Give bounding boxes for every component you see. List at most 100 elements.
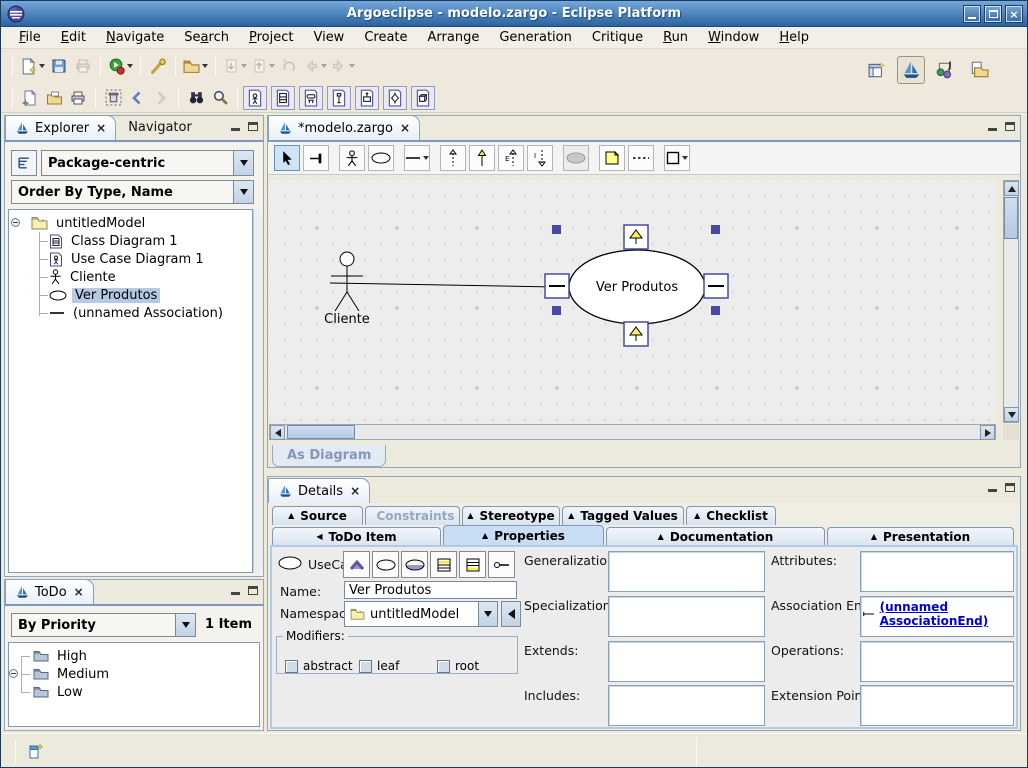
- forward-button[interactable]: [329, 53, 357, 79]
- diagram-canvas[interactable]: Cliente Ver Produtos: [269, 180, 996, 423]
- run-button[interactable]: [106, 53, 135, 79]
- navigate-namespace-button[interactable]: [501, 601, 521, 627]
- quick-association-handle-left[interactable]: [545, 274, 569, 298]
- scroll-up-button[interactable]: [1004, 181, 1019, 196]
- todo-filter-combo[interactable]: By Priority: [11, 613, 196, 637]
- print-diagram-button[interactable]: [66, 85, 90, 111]
- menu-search[interactable]: Search: [174, 28, 239, 47]
- new-extension-point-alt-button[interactable]: [459, 551, 486, 578]
- attributes-list[interactable]: [860, 551, 1014, 592]
- namespace-combo[interactable]: untitledModel: [344, 601, 498, 627]
- association-line[interactable]: [330, 283, 555, 287]
- critique-tool-button[interactable]: [146, 53, 170, 79]
- specializations-list[interactable]: [608, 596, 765, 637]
- new-statechart-diagram-button[interactable]: [299, 86, 323, 110]
- abstract-checkbox[interactable]: [285, 660, 298, 673]
- find-button[interactable]: [184, 85, 208, 111]
- usecase-ver-produtos[interactable]: Ver Produtos: [569, 250, 705, 324]
- todo-tree[interactable]: High Medium Low: [8, 642, 260, 727]
- minimize-view-icon[interactable]: [988, 489, 997, 492]
- perspective-combo[interactable]: Package-centric: [41, 150, 254, 176]
- tab-documentation[interactable]: ▲Documentation: [606, 527, 825, 546]
- vertical-scroll-thumb[interactable]: [1004, 197, 1018, 239]
- shape-tool-button[interactable]: [664, 145, 690, 171]
- quick-association-handle-right[interactable]: [704, 274, 728, 298]
- new-sequence-diagram-button[interactable]: [327, 86, 351, 110]
- print-button[interactable]: [71, 53, 95, 79]
- extension-point-tool-button[interactable]: [563, 145, 589, 171]
- operations-list[interactable]: [860, 641, 1014, 682]
- tree-layout-button[interactable]: [11, 150, 37, 176]
- maximize-view-icon[interactable]: [248, 586, 258, 595]
- todo-item-high[interactable]: High: [9, 647, 259, 665]
- tree-item-cliente[interactable]: Cliente: [9, 268, 252, 286]
- save-button[interactable]: [47, 53, 71, 79]
- scroll-down-button[interactable]: [1004, 407, 1019, 422]
- combo-arrow-button[interactable]: [233, 151, 253, 175]
- note-tool-button[interactable]: [599, 145, 625, 171]
- usecase-tool-button[interactable]: [368, 145, 394, 171]
- maximize-view-icon[interactable]: [248, 122, 258, 131]
- navigate-back-button[interactable]: [125, 85, 149, 111]
- menu-run[interactable]: Run: [653, 28, 698, 47]
- resource-perspective-button[interactable]: [965, 56, 993, 84]
- menu-create[interactable]: Create: [354, 28, 417, 47]
- quick-generalization-handle-bottom[interactable]: [624, 322, 648, 346]
- menu-navigate[interactable]: Navigate: [96, 28, 174, 47]
- tab-todo-item[interactable]: ◀ToDo Item: [272, 527, 441, 546]
- generalization-tool-button[interactable]: [469, 145, 495, 171]
- explorer-scrollbar[interactable]: [253, 209, 262, 573]
- argouml-perspective-button[interactable]: [897, 56, 925, 84]
- leaf-checkbox[interactable]: [359, 660, 372, 673]
- tab-constraints[interactable]: Constraints: [365, 506, 460, 525]
- tab-source[interactable]: ▲Source: [272, 506, 363, 525]
- tree-item-usecase-diagram[interactable]: Use Case Diagram 1: [9, 250, 252, 268]
- back-button[interactable]: [301, 53, 329, 79]
- name-input[interactable]: [344, 581, 517, 599]
- association-ends-list[interactable]: (unnamed AssociationEnd): [860, 596, 1014, 637]
- fast-view-button[interactable]: [27, 742, 45, 764]
- expand-handle-icon[interactable]: [11, 218, 20, 227]
- scroll-right-button[interactable]: [980, 425, 995, 440]
- actor-cliente[interactable]: Cliente: [324, 252, 370, 327]
- minimize-button[interactable]: [963, 5, 981, 23]
- new-activity-diagram-button[interactable]: [383, 86, 407, 110]
- menu-edit[interactable]: Edit: [51, 28, 96, 47]
- menu-generation[interactable]: Generation: [489, 28, 582, 47]
- maximize-button[interactable]: [984, 5, 1002, 23]
- new-file-button[interactable]: [18, 85, 42, 111]
- next-annotation-button[interactable]: [221, 53, 249, 79]
- dependency-tool-button[interactable]: [440, 145, 466, 171]
- java-perspective-button[interactable]: J: [931, 56, 959, 84]
- tab-properties[interactable]: ▲Properties: [443, 525, 604, 546]
- tree-item-ver-produtos[interactable]: Ver Produtos: [9, 286, 252, 304]
- combo-arrow-button[interactable]: [478, 602, 497, 626]
- todo-item-low[interactable]: Low: [9, 683, 259, 701]
- close-icon[interactable]: ×: [74, 585, 84, 599]
- new-class-diagram-button[interactable]: [271, 86, 295, 110]
- menu-arrange[interactable]: Arrange: [418, 28, 490, 47]
- delete-selection-button[interactable]: [101, 85, 125, 111]
- close-icon[interactable]: ×: [350, 484, 360, 498]
- expand-handle-icon[interactable]: [9, 669, 18, 678]
- include-tool-button[interactable]: I: [527, 145, 553, 171]
- tab-details[interactable]: Details ×: [268, 478, 370, 503]
- horizontal-scroll-thumb[interactable]: [287, 425, 355, 439]
- navigate-forward-button[interactable]: [149, 85, 173, 111]
- close-icon[interactable]: ×: [96, 121, 106, 135]
- minimize-view-icon[interactable]: [988, 128, 997, 131]
- tab-presentation[interactable]: ▲Presentation: [827, 527, 1014, 546]
- new-collaboration-diagram-button[interactable]: [355, 86, 379, 110]
- tab-todo[interactable]: ToDo ×: [5, 579, 94, 604]
- generalizations-list[interactable]: [608, 551, 765, 592]
- new-deployment-diagram-button[interactable]: [411, 86, 435, 110]
- as-diagram-tab[interactable]: As Diagram: [272, 445, 386, 467]
- menu-help[interactable]: Help: [769, 28, 819, 47]
- association-end-link[interactable]: (unnamed AssociationEnd): [880, 600, 1011, 628]
- new-actor-button[interactable]: [401, 551, 428, 578]
- canvas-vertical-scrollbar[interactable]: [1003, 180, 1019, 423]
- select-tool-button[interactable]: [274, 145, 300, 171]
- root-checkbox[interactable]: [437, 660, 450, 673]
- tab-modelo-zargo[interactable]: *modelo.zargo ×: [268, 115, 420, 140]
- tab-checklist[interactable]: ▲Checklist: [686, 506, 776, 525]
